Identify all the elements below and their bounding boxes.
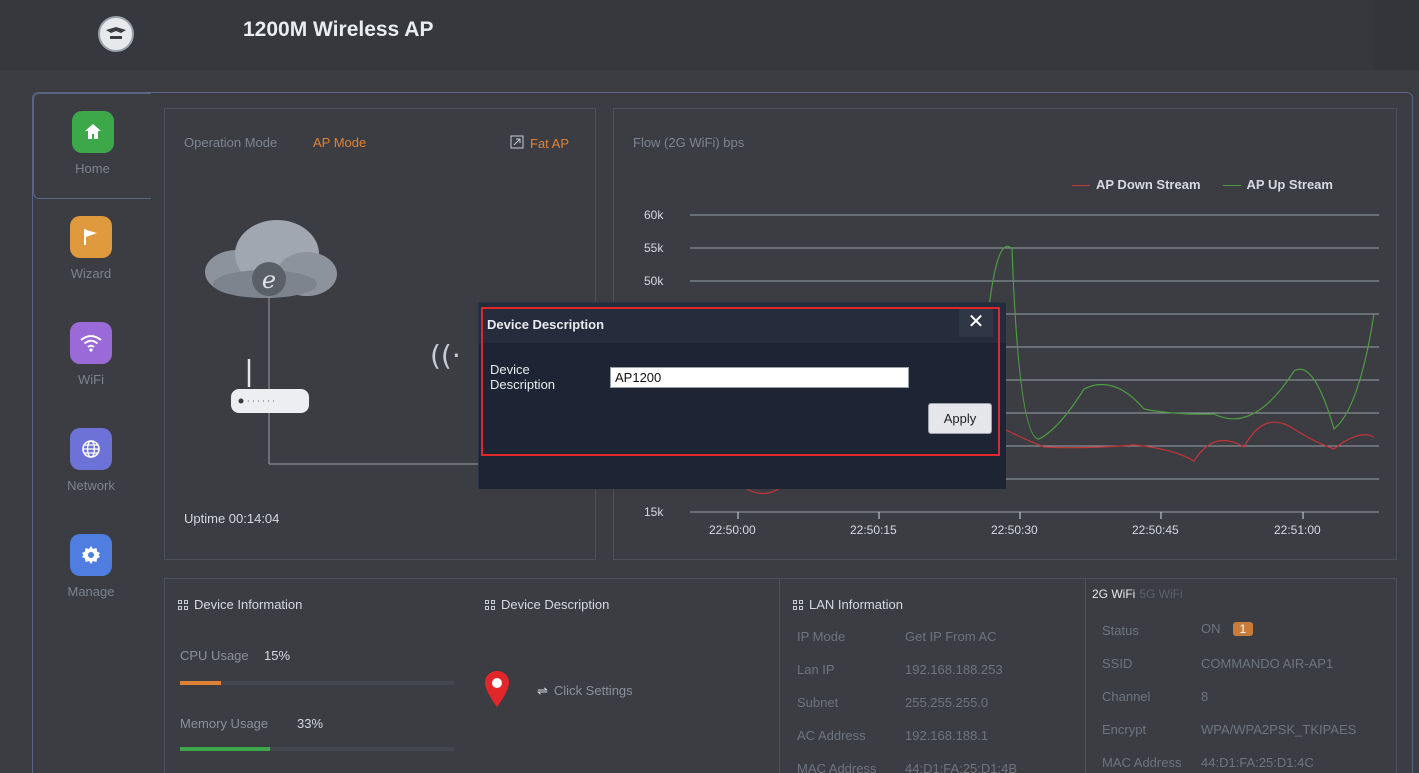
swap-icon: ⇌ <box>537 683 548 698</box>
highlight-box <box>481 307 1000 456</box>
wifi-key: Channel <box>1102 689 1151 704</box>
cpu-usage-fill <box>180 681 222 685</box>
lan-value: 192.168.188.1 <box>905 728 989 743</box>
sidebar-item-wifi[interactable]: WiFi <box>33 305 149 411</box>
home-icon <box>71 111 114 153</box>
sidebar-item-label: Home <box>75 161 110 176</box>
tab-5g-wifi[interactable]: 5G WiFi <box>1139 587 1182 601</box>
device-description-title-text: Device Description <box>501 597 610 612</box>
wifi-status-value: ON <box>1201 621 1221 636</box>
uptime-text: Uptime 00:14:04 <box>184 511 280 526</box>
lan-key: Subnet <box>797 695 839 710</box>
y-tick: 15k <box>644 505 664 519</box>
cpu-usage-label: CPU Usage <box>180 648 249 663</box>
wifi-value: 8 <box>1201 689 1209 704</box>
y-tick: 50k <box>644 274 664 288</box>
location-pin-icon <box>485 671 509 711</box>
sidebar-item-label: Wizard <box>70 266 112 281</box>
sidebar-item-wizard[interactable]: Wizard <box>33 199 149 305</box>
x-tick: 22:50:00 <box>709 523 756 537</box>
device-info-title: Device Information <box>178 597 302 612</box>
gear-icon <box>70 534 112 576</box>
grid-icon <box>793 599 803 610</box>
lan-value: Get IP From AC <box>905 629 997 644</box>
sidebar-item-home[interactable]: Home <box>33 93 151 199</box>
svg-text:e: e <box>262 266 276 294</box>
lan-key: Lan IP <box>797 662 835 677</box>
lan-value: 255.255.255.0 <box>905 695 989 710</box>
lan-key: IP Mode <box>797 629 846 644</box>
wifi-key: Status <box>1102 623 1139 638</box>
memory-usage-fill <box>180 747 271 751</box>
cpu-usage-value: 15% <box>264 648 291 663</box>
sidebar-item-manage[interactable]: Manage <box>33 517 149 623</box>
app-title: 1200M Wireless AP <box>243 18 434 41</box>
wifi-value: COMMANDO AIR-AP1 <box>1201 656 1334 671</box>
wifi-status: ON 1 <box>1201 621 1254 636</box>
divider <box>779 579 780 773</box>
cpu-usage-bar <box>180 681 454 685</box>
wifi-key: Encrypt <box>1102 722 1147 737</box>
x-tick: 22:50:30 <box>991 523 1038 537</box>
info-panel: Device Information CPU Usage 15% Memory … <box>164 578 1397 773</box>
y-tick: 60k <box>644 208 664 222</box>
lan-info-title: LAN Information <box>793 597 903 612</box>
sidebar-item-label: WiFi <box>78 372 104 387</box>
grid-icon <box>178 599 188 610</box>
lan-value: 192.168.188.253 <box>905 662 1003 677</box>
lan-key: AC Address <box>797 728 866 743</box>
wifi-key: MAC Address <box>1102 755 1182 770</box>
signal-icon: ((· <box>430 339 461 372</box>
globe-icon <box>70 428 112 470</box>
client-count-badge: 1 <box>1232 621 1254 636</box>
device-description-title: Device Description <box>485 597 609 612</box>
wifi-icon <box>70 322 112 364</box>
sidebar-item-label: Network <box>67 478 115 493</box>
click-settings-link[interactable]: ⇌ Click Settings <box>537 683 633 699</box>
sidebar-item-label: Manage <box>67 584 115 599</box>
wifi-key: SSID <box>1102 656 1133 671</box>
lan-key: MAC Address <box>797 761 877 773</box>
x-tick: 22:50:15 <box>850 523 897 537</box>
top-bar: 1200M Wireless AP <box>0 0 1419 70</box>
click-settings-label: Click Settings <box>553 683 633 698</box>
sidebar-item-network[interactable]: Network <box>33 411 149 517</box>
lan-info-title-text: LAN Information <box>809 597 903 612</box>
x-tick: 22:50:45 <box>1132 523 1179 537</box>
x-tick: 22:51:00 <box>1274 523 1321 537</box>
top-right-area <box>1374 0 1419 70</box>
wifi-band-tabs: 2G WiFi 5G WiFi <box>1092 587 1183 601</box>
commando-logo-icon <box>98 16 134 52</box>
memory-usage-bar <box>180 747 454 751</box>
svg-text:· · · · · ·: · · · · · · <box>247 397 275 406</box>
memory-usage-value: 33% <box>297 716 324 731</box>
tab-2g-wifi[interactable]: 2G WiFi <box>1092 587 1135 601</box>
device-info-title-text: Device Information <box>194 597 303 612</box>
lan-value: 44:D1:FA:25:D1:4B <box>905 761 1018 773</box>
router-icon: · · · · · · <box>231 359 309 413</box>
flag-icon <box>70 216 112 258</box>
cloud-icon: e <box>205 220 337 298</box>
wifi-value: 44:D1:FA:25:D1:4C <box>1201 755 1314 770</box>
wifi-value: WPA/WPA2PSK_TKIPAES <box>1201 722 1357 737</box>
y-tick: 55k <box>644 241 664 255</box>
divider <box>1085 579 1086 773</box>
memory-usage-label: Memory Usage <box>180 716 269 731</box>
grid-icon <box>485 599 495 610</box>
